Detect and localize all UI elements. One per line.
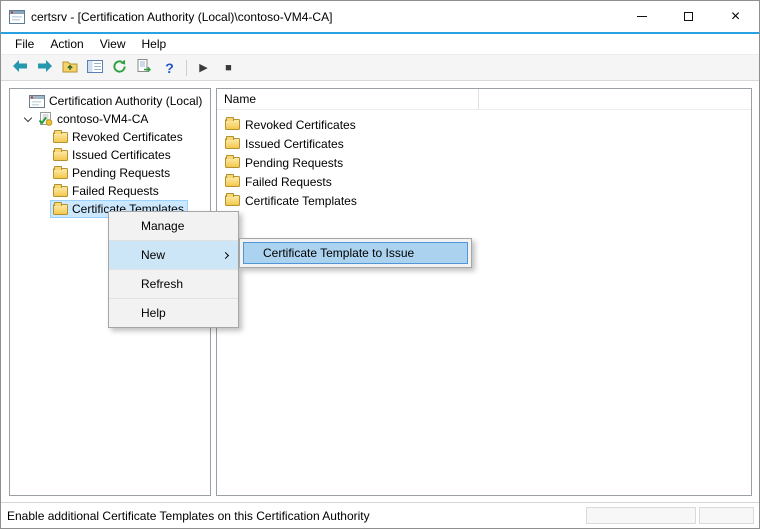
context-menu-help[interactable]: Help — [109, 299, 238, 327]
submenu-arrow-icon — [222, 251, 229, 258]
certification-authority-icon — [29, 95, 45, 108]
status-grip-section — [699, 507, 754, 524]
stop-service-button[interactable]: ■ — [217, 57, 240, 79]
help-icon: ? — [165, 60, 174, 76]
list-item-failed-requests[interactable]: Failed Requests — [217, 172, 751, 191]
list-item-label: Revoked Certificates — [245, 118, 356, 132]
chevron-down-icon[interactable] — [21, 118, 35, 121]
back-icon — [12, 59, 28, 76]
certsrv-app-icon — [9, 10, 25, 24]
maximize-icon — [684, 12, 693, 21]
folder-icon — [225, 176, 240, 187]
context-menu-new-label: New — [141, 248, 165, 262]
tree-node-label: Failed Requests — [72, 184, 159, 198]
refresh-icon — [112, 59, 127, 77]
show-console-tree-button[interactable] — [83, 57, 106, 79]
titlebar: certsrv - [Certification Authority (Loca… — [1, 1, 759, 32]
close-button[interactable]: × — [712, 1, 759, 32]
show-console-tree-icon — [87, 60, 103, 76]
tree-node-certification-authority[interactable]: Certification Authority (Local) — [10, 92, 210, 110]
menu-view[interactable]: View — [92, 35, 134, 53]
folder-icon — [225, 119, 240, 130]
window-title: certsrv - [Certification Authority (Loca… — [31, 10, 332, 24]
ca-certificate-icon — [38, 112, 53, 126]
back-button[interactable] — [8, 57, 31, 79]
window-controls: × — [618, 1, 759, 32]
tree-node-label: Issued Certificates — [72, 148, 171, 162]
list-item-certificate-templates[interactable]: Certificate Templates — [217, 191, 751, 210]
list-body: Revoked Certificates Issued Certificates… — [217, 110, 751, 210]
certsrv-window: certsrv - [Certification Authority (Loca… — [0, 0, 760, 529]
stop-service-icon: ■ — [225, 62, 232, 74]
folder-icon — [225, 195, 240, 206]
tree-node-revoked-certificates[interactable]: Revoked Certificates — [10, 128, 210, 146]
list-item-revoked-certificates[interactable]: Revoked Certificates — [217, 115, 751, 134]
folder-icon — [53, 168, 68, 179]
column-header-name[interactable]: Name — [217, 89, 479, 109]
start-service-icon: ▶ — [199, 61, 207, 74]
list-item-label: Certificate Templates — [245, 194, 357, 208]
maximize-button[interactable] — [665, 1, 712, 32]
menu-help[interactable]: Help — [134, 35, 175, 53]
menu-action[interactable]: Action — [42, 35, 91, 53]
status-bar: Enable additional Certificate Templates … — [1, 502, 759, 528]
forward-button[interactable] — [33, 57, 56, 79]
close-icon: × — [731, 9, 740, 25]
menu-bar: File Action View Help — [1, 34, 759, 55]
folder-icon — [225, 157, 240, 168]
minimize-button[interactable] — [618, 1, 665, 32]
folder-icon — [53, 204, 68, 215]
tree-node-label: Revoked Certificates — [72, 130, 183, 144]
context-menu-new[interactable]: New — [109, 241, 238, 269]
folder-icon — [53, 186, 68, 197]
list-item-label: Failed Requests — [245, 175, 332, 189]
menu-file[interactable]: File — [7, 35, 42, 53]
tree-node-failed-requests[interactable]: Failed Requests — [10, 182, 210, 200]
status-pane-section — [586, 507, 696, 524]
tree-node-pending-requests[interactable]: Pending Requests — [10, 164, 210, 182]
context-submenu: Certificate Template to Issue — [239, 238, 472, 268]
refresh-button[interactable] — [108, 57, 131, 79]
status-text: Enable additional Certificate Templates … — [7, 509, 370, 523]
up-one-level-button[interactable] — [58, 57, 81, 79]
minimize-icon — [637, 16, 647, 17]
tree-node-label: contoso-VM4-CA — [57, 112, 148, 126]
toolbar-separator — [186, 60, 187, 76]
list-item-label: Issued Certificates — [245, 137, 344, 151]
result-pane: Name Revoked Certificates Issued Certifi… — [216, 88, 752, 496]
list-item-label: Pending Requests — [245, 156, 343, 170]
tree-node-label: Certification Authority (Local) — [49, 94, 202, 108]
export-list-button[interactable] — [133, 57, 156, 79]
submenu-certificate-template-to-issue[interactable]: Certificate Template to Issue — [243, 242, 468, 264]
list-item-pending-requests[interactable]: Pending Requests — [217, 153, 751, 172]
context-menu: Manage New Refresh Help — [108, 211, 239, 328]
list-item-issued-certificates[interactable]: Issued Certificates — [217, 134, 751, 153]
forward-icon — [37, 59, 53, 76]
export-list-icon — [137, 59, 152, 76]
context-menu-manage[interactable]: Manage — [109, 212, 238, 240]
context-menu-refresh[interactable]: Refresh — [109, 270, 238, 298]
tree-node-issued-certificates[interactable]: Issued Certificates — [10, 146, 210, 164]
tree-node-contoso-vm4-ca[interactable]: contoso-VM4-CA — [10, 110, 210, 128]
list-header-row: Name — [217, 89, 751, 110]
folder-icon — [53, 132, 68, 143]
folder-icon — [225, 138, 240, 149]
help-button[interactable]: ? — [158, 57, 181, 79]
folder-icon — [53, 150, 68, 161]
up-one-level-icon — [62, 59, 78, 76]
tree-node-label: Pending Requests — [72, 166, 170, 180]
toolbar: ? ▶ ■ — [1, 55, 759, 81]
start-service-button[interactable]: ▶ — [192, 57, 215, 79]
